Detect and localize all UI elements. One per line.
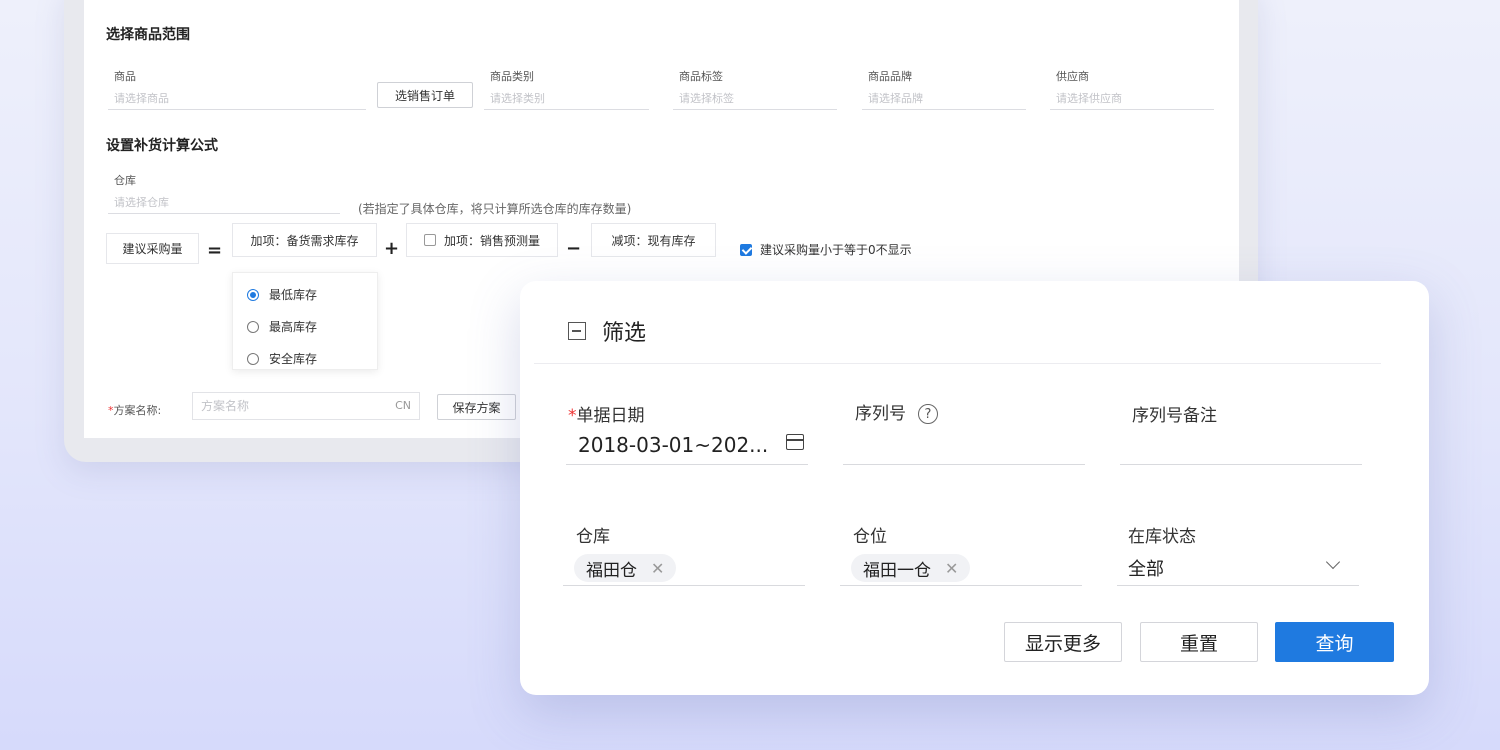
plan-name-label: *方案名称: [108,404,162,417]
warehouse-underline[interactable] [563,585,805,586]
warehouse-tag: 福田仓 ✕ [574,554,677,582]
add-demand-select[interactable]: 加项：备货需求库存 [232,223,377,257]
doc-date-value[interactable]: 2018-03-01~202... [578,433,768,457]
tag-input[interactable]: 请选择标签 [673,88,837,110]
tag-label: 商品标签 [679,70,723,83]
filter-header: 筛选 [568,315,646,347]
radio-label: 最高库存 [269,320,318,334]
equals-sign: = [207,240,223,261]
select-sales-order-button[interactable]: 选销售订单 [377,82,473,108]
minus-sign: − [566,238,582,259]
stock-type-dropdown: 最低库存 最高库存 安全库存 [232,272,378,370]
calendar-icon[interactable] [786,434,804,450]
subtract-current-stock-box: 减项：现有库存 [591,223,716,257]
category-input[interactable]: 请选择类别 [484,88,649,110]
radio-safety-stock[interactable]: 安全库存 [247,350,317,367]
reset-button[interactable]: 重置 [1140,622,1258,662]
brand-input[interactable]: 请选择品牌 [862,88,1026,110]
doc-date-label: *单据日期 [568,406,645,426]
warehouse-hint: (若指定了具体仓库，将只计算所选仓库的库存数量) [358,202,632,216]
location-underline[interactable] [840,585,1082,586]
radio-label: 安全库存 [269,352,318,366]
sales-forecast-checkbox[interactable] [423,234,436,246]
radio-button[interactable] [247,352,259,365]
radio-min-stock[interactable]: 最低库存 [247,286,317,303]
tag-text: 福田仓 [586,560,637,581]
filter-title: 筛选 [602,321,647,346]
close-icon[interactable]: ✕ [651,559,664,578]
hide-nonpositive-label: 建议采购量小于等于0不显示 [760,243,912,257]
supplier-input[interactable]: 请选择供应商 [1050,88,1214,110]
query-button[interactable]: 查询 [1275,622,1394,662]
location-tag: 福田一仓 ✕ [851,554,971,582]
close-icon[interactable]: ✕ [945,559,958,578]
help-icon[interactable]: ? [918,404,938,424]
warehouse-label: 仓库 [114,174,136,187]
header-divider [534,363,1381,364]
serial-note-input[interactable] [1120,464,1362,465]
radio-button[interactable] [247,288,259,301]
serial-note-label: 序列号备注 [1132,406,1217,426]
formula-title: 设置补货计算公式 [106,138,218,154]
warehouse-input[interactable]: 请选择仓库 [108,192,340,214]
serial-label: 序列号? [855,399,938,424]
radio-label: 最低库存 [269,288,318,302]
plus-sign: + [384,238,400,259]
radio-button[interactable] [247,320,259,333]
add-sales-forecast-option[interactable]: 加项：销售预测量 [406,223,558,257]
collapse-icon[interactable] [568,322,586,340]
tag-text: 福田一仓 [863,560,931,581]
hide-nonpositive-checkbox[interactable] [740,243,752,256]
sales-forecast-label: 加项：销售预测量 [443,233,540,248]
hide-nonpositive-option[interactable]: 建议采购量小于等于0不显示 [740,241,912,258]
product-range-title: 选择商品范围 [106,27,190,43]
save-plan-button[interactable]: 保存方案 [437,394,516,420]
suggest-qty-box: 建议采购量 [106,233,199,264]
stock-status-underline [1117,585,1359,586]
stock-status-label: 在库状态 [1128,527,1196,547]
show-more-button[interactable]: 显示更多 [1004,622,1122,662]
doc-date-underline [566,464,808,465]
brand-label: 商品品牌 [868,70,912,83]
plan-name-input[interactable]: 方案名称 CN [192,392,420,420]
serial-input[interactable] [843,464,1085,465]
chevron-down-icon[interactable] [1325,554,1341,570]
stock-status-value[interactable]: 全部 [1128,555,1164,581]
category-label: 商品类别 [490,70,534,83]
product-input[interactable]: 请选择商品 [108,88,366,110]
warehouse-label: 仓库 [576,527,610,547]
location-label: 仓位 [853,527,887,547]
plan-name-placeholder: 方案名称 [201,399,250,413]
input-lang-indicator: CN [395,399,411,412]
supplier-label: 供应商 [1056,70,1089,83]
product-label: 商品 [114,70,136,83]
radio-max-stock[interactable]: 最高库存 [247,318,317,335]
filter-panel: 筛选 *单据日期 2018-03-01~202... 序列号? 序列号备注 仓库… [520,281,1429,695]
